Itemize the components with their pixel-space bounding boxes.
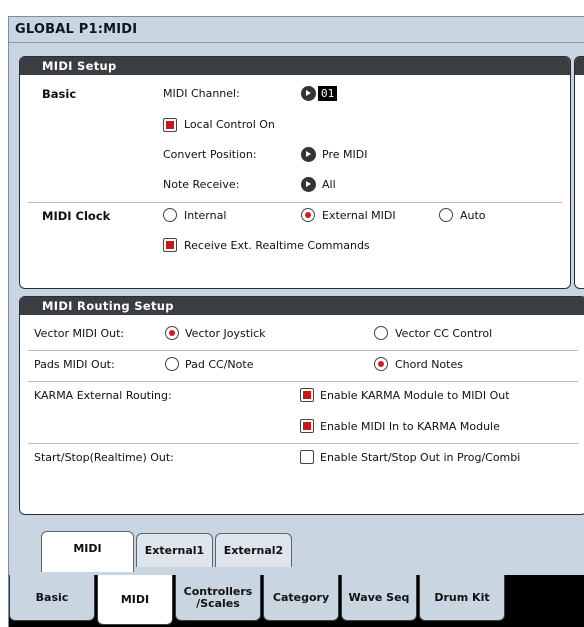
vector-joystick-label: Vector Joystick [185, 327, 266, 340]
page-tab-midi[interactable]: MIDI [97, 575, 173, 625]
clock-internal-radio[interactable] [163, 208, 177, 222]
convert-position-popup-icon[interactable] [301, 147, 316, 162]
subtab-external1[interactable]: External1 [136, 533, 213, 567]
convert-position-value[interactable]: Pre MIDI [322, 148, 367, 161]
karma-module-to-midi-label: Enable KARMA Module to MIDI Out [320, 389, 510, 402]
page-title: GLOBAL P1:MIDI [15, 22, 138, 37]
start-stop-out-enable-label: Enable Start/Stop Out in Prog/Combi [320, 451, 521, 464]
note-receive-popup-icon[interactable] [301, 177, 316, 192]
midi-clock-label: MIDI Clock [42, 209, 111, 223]
karma-midi-in-checkbox[interactable] [300, 419, 314, 433]
routing-divider-2 [28, 381, 578, 382]
basic-label: Basic [42, 87, 77, 101]
pad-cc-note-radio[interactable] [165, 357, 179, 371]
page-tab-drum-kit[interactable]: Drum Kit [419, 575, 505, 621]
page-tab-basic[interactable]: Basic [9, 575, 95, 621]
clock-auto-label: Auto [460, 209, 486, 222]
subtab-midi[interactable]: MIDI [41, 531, 134, 572]
note-receive-value[interactable]: All [322, 178, 336, 191]
midi-channel-label: MIDI Channel: [163, 87, 240, 100]
pads-midi-out-label: Pads MIDI Out: [34, 358, 115, 371]
karma-module-to-midi-checkbox[interactable] [300, 388, 314, 402]
global-midi-screen: GLOBAL P1:MIDI MIDI Setup Basic MIDI Cha… [8, 16, 584, 627]
routing-divider-3 [28, 443, 578, 444]
vector-midi-out-label: Vector MIDI Out: [34, 327, 125, 340]
vector-cc-control-label: Vector CC Control [395, 327, 493, 340]
midi-setup-divider [28, 202, 562, 203]
clock-internal-label: Internal [184, 209, 227, 222]
karma-midi-in-label: Enable MIDI In to KARMA Module [320, 420, 500, 433]
karma-external-routing-label: KARMA External Routing: [34, 389, 172, 402]
midi-routing-header: MIDI Routing Setup [20, 297, 584, 315]
midi-setup-panel: MIDI Setup Basic MIDI Channel: 01 Local … [19, 56, 571, 289]
page-tab-bar: Basic MIDI Controllers /Scales Category … [9, 575, 584, 627]
clock-external-midi-radio[interactable] [301, 208, 315, 222]
subtab-external2[interactable]: External2 [215, 533, 292, 567]
midi-routing-panel: MIDI Routing Setup Vector MIDI Out: Vect… [19, 296, 584, 515]
local-control-checkbox[interactable] [163, 118, 177, 132]
pad-cc-note-label: Pad CC/Note [185, 358, 254, 371]
clock-auto-radio[interactable] [439, 208, 453, 222]
convert-position-label: Convert Position: [163, 148, 257, 161]
start-stop-out-checkbox[interactable] [300, 450, 314, 464]
clock-external-midi-label: External MIDI [322, 209, 396, 222]
note-receive-label: Note Receive: [163, 178, 240, 191]
chord-notes-radio[interactable] [374, 357, 388, 371]
local-control-label: Local Control On [184, 118, 275, 131]
midi-channel-value[interactable]: 01 [318, 86, 338, 101]
right-partial-panel-header [575, 57, 584, 75]
title-bar: GLOBAL P1:MIDI [9, 17, 584, 43]
page-tab-wave-seq[interactable]: Wave Seq [341, 575, 417, 621]
vector-joystick-radio[interactable] [165, 326, 179, 340]
midi-setup-header: MIDI Setup [20, 57, 570, 75]
receive-ext-checkbox[interactable] [163, 238, 177, 252]
start-stop-out-label: Start/Stop(Realtime) Out: [34, 451, 174, 464]
routing-divider-1 [28, 350, 578, 351]
receive-ext-label: Receive Ext. Realtime Commands [184, 239, 370, 252]
page-tab-category[interactable]: Category [263, 575, 339, 621]
chord-notes-label: Chord Notes [395, 358, 463, 371]
right-partial-panel [574, 56, 584, 289]
page-tab-controllers-scales[interactable]: Controllers /Scales [175, 575, 261, 621]
vector-cc-control-radio[interactable] [374, 326, 388, 340]
midi-channel-popup-icon[interactable] [301, 86, 316, 101]
